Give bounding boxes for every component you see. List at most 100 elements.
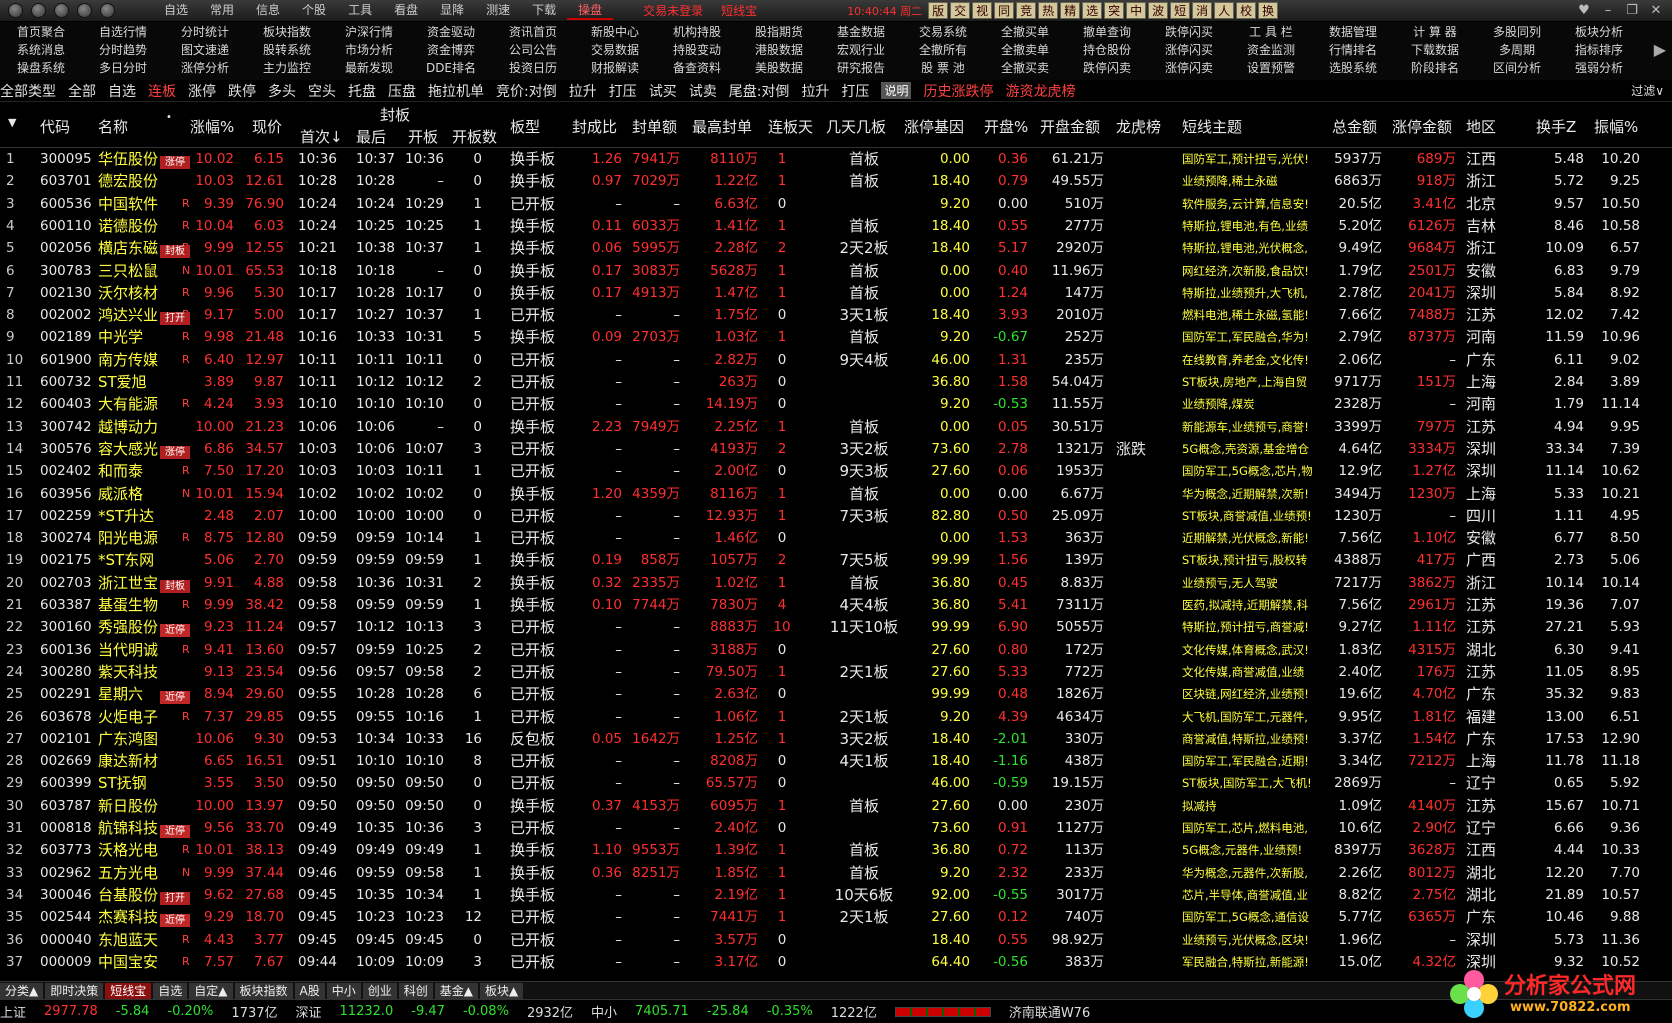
table-row[interactable]: 24 300280 紫天科技 9.13 23.54 09:56 09:57 09:58 2 已开板… xyxy=(0,661,1672,683)
cell-code[interactable]: 002175 xyxy=(40,549,98,571)
col-type[interactable]: 板型 xyxy=(510,116,540,137)
table-row[interactable]: 32 603773 沃格光电 R 10.01 38.13 09:49 09:49 09:49 1 换… xyxy=(0,839,1672,861)
quick-button[interactable]: 换 xyxy=(1258,2,1279,19)
cell-code[interactable]: 000818 xyxy=(40,817,98,839)
cell-code[interactable]: 300095 xyxy=(40,148,98,170)
connection-status[interactable]: 济南联通W76 xyxy=(1009,1002,1090,1021)
cell-code[interactable]: 300280 xyxy=(40,661,98,683)
col-open-count[interactable]: 开板数 xyxy=(452,126,497,147)
table-row[interactable]: 1 300095 华伍股份 10.02 6.15 10:36 10:37 10:36 0 换手板 1… xyxy=(0,148,1672,170)
tab-item[interactable]: 试买 xyxy=(649,81,677,101)
grid-link[interactable]: 股 票 池 xyxy=(902,59,984,76)
sort-arrow-icon[interactable]: ▼ xyxy=(8,116,16,129)
cell-code[interactable]: 002291 xyxy=(40,683,98,705)
table-row[interactable]: 3 600536 中国软件 R 9.39 76.90 10:24 10:24 10:29 1 已开板… xyxy=(0,193,1672,215)
grid-link[interactable]: 首页聚合 xyxy=(0,23,82,40)
cell-code[interactable]: 603387 xyxy=(40,594,98,616)
grid-link[interactable]: 阶段排名 xyxy=(1394,59,1476,76)
table-row[interactable]: 7 002130 沃尔核材 R 9.96 5.30 10:17 10:28 10:17 0 换手板 0… xyxy=(0,282,1672,304)
cell-code[interactable]: 002259 xyxy=(40,505,98,527)
back-icon[interactable] xyxy=(31,3,46,18)
menu-item[interactable]: 自选 xyxy=(153,1,199,20)
sh-label[interactable]: 上证 xyxy=(0,1002,26,1021)
grid-link[interactable]: 分时趋势 xyxy=(82,41,164,58)
tab-item[interactable]: 自选 xyxy=(108,81,136,101)
cell-name[interactable]: 广东鸿图 xyxy=(98,728,190,750)
grid-link[interactable]: 涨停分析 xyxy=(164,59,246,76)
bottom-tab[interactable]: 自选 xyxy=(153,982,188,999)
menu-item[interactable]: 工具 xyxy=(337,1,383,20)
cell-code[interactable]: 603701 xyxy=(40,170,98,192)
menu-item[interactable]: 个股 xyxy=(291,1,337,20)
grid-link[interactable]: 交易数据 xyxy=(574,41,656,58)
quick-button[interactable]: 精 xyxy=(1060,2,1081,19)
table-row[interactable]: 25 002291 星期六 8.94 29.60 09:55 10:28 10:28 6 已开板 –… xyxy=(0,683,1672,705)
grid-link[interactable]: 自选行情 xyxy=(82,23,164,40)
grid-link[interactable]: 下载数据 xyxy=(1394,41,1476,58)
grid-link[interactable]: 区间分析 xyxy=(1476,59,1558,76)
tab-item[interactable]: 打压 xyxy=(609,81,637,101)
quick-button[interactable]: 同 xyxy=(994,2,1015,19)
quick-button[interactable]: 选 xyxy=(1082,2,1103,19)
cell-code[interactable]: 600732 xyxy=(40,371,98,393)
grid-link[interactable]: 多日分时 xyxy=(82,59,164,76)
table-row[interactable]: 15 002402 和而泰 R 7.50 17.20 10:03 10:03 10:11 1 已开板… xyxy=(0,460,1672,482)
menu-item[interactable]: 看盘 xyxy=(383,1,429,20)
menu-item[interactable]: 下载 xyxy=(521,1,567,20)
home-icon[interactable] xyxy=(100,3,115,18)
cell-code[interactable]: 002189 xyxy=(40,326,98,348)
sz-label[interactable]: 深证 xyxy=(296,1002,322,1021)
cell-code[interactable]: 002056 xyxy=(40,237,98,259)
table-row[interactable]: 33 002962 五方光电 N 9.99 37.44 09:46 09:59 09:58 1 换手… xyxy=(0,862,1672,884)
grid-link[interactable]: 资讯首页 xyxy=(492,23,574,40)
skin-icon[interactable]: ♥ xyxy=(1572,3,1596,18)
tab-item[interactable]: 试卖 xyxy=(689,81,717,101)
quick-button[interactable]: 短 xyxy=(1170,2,1191,19)
cell-code[interactable]: 600110 xyxy=(40,215,98,237)
grid-link[interactable]: 持仓股份 xyxy=(1066,41,1148,58)
cell-code[interactable]: 000040 xyxy=(40,929,98,951)
col-days[interactable]: 连板天 xyxy=(768,116,813,137)
col-open-pct[interactable]: 开盘% xyxy=(984,116,1028,137)
grid-link[interactable]: 最新发现 xyxy=(328,59,410,76)
cell-name[interactable]: 诺德股份 xyxy=(98,215,190,237)
tab-item[interactable]: 拉升 xyxy=(569,81,597,101)
bottom-tab[interactable]: 短线宝 xyxy=(105,982,152,999)
tab-item[interactable]: 全部 xyxy=(68,81,96,101)
table-row[interactable]: 26 603678 火炬电子 R 7.37 29.85 09:55 09:55 10:16 1 已开… xyxy=(0,706,1672,728)
table-row[interactable]: 19 002175 *ST东网 5.06 2.70 09:59 09:59 09:59 1 换手板… xyxy=(0,549,1672,571)
grid-link[interactable]: 涨停闪卖 xyxy=(1148,59,1230,76)
col-board-days[interactable]: 几天几板 xyxy=(826,116,886,137)
grid-link[interactable]: 跌停闪卖 xyxy=(1066,59,1148,76)
refresh-icon[interactable] xyxy=(77,3,92,18)
grid-link[interactable]: 美股数据 xyxy=(738,59,820,76)
grid-link[interactable]: 全撤买单 xyxy=(984,23,1066,40)
cell-name[interactable]: 大有能源 xyxy=(98,393,190,415)
table-row[interactable]: 37 000009 中国宝安 R 7.57 7.67 09:44 10:09 10:09 3 已开板… xyxy=(0,951,1672,973)
col-pct[interactable]: 涨幅% xyxy=(190,116,234,137)
grid-link[interactable]: 资金驱动 xyxy=(410,23,492,40)
table-row[interactable]: 36 000040 东旭蓝天 R 4.43 3.77 09:45 09:45 09:45 0 已开板… xyxy=(0,929,1672,951)
col-turnover[interactable]: 换手Z xyxy=(1536,116,1576,137)
cell-code[interactable]: 600399 xyxy=(40,772,98,794)
scroll-right-icon[interactable]: ▶ xyxy=(1654,40,1666,59)
tab-item[interactable]: 拖拉机单 xyxy=(428,81,484,101)
col-seal-amt[interactable]: 封单额 xyxy=(632,116,677,137)
cell-name[interactable]: 康达新材 xyxy=(98,750,190,772)
grid-link[interactable]: 宏观行业 xyxy=(820,41,902,58)
cell-code[interactable]: 002002 xyxy=(40,304,98,326)
cell-code[interactable]: 002544 xyxy=(40,906,98,928)
cell-name[interactable]: *ST东网 xyxy=(98,549,190,571)
bottom-tab[interactable]: 板块▲ xyxy=(480,982,524,999)
cell-name[interactable]: 五方光电 xyxy=(98,862,190,884)
table-row[interactable]: 2 603701 德宏股份 10.03 12.61 10:28 10:28 – 0 换手板 0.97… xyxy=(0,170,1672,192)
tab-item[interactable]: 托盘 xyxy=(348,81,376,101)
grid-link[interactable]: 财报解读 xyxy=(574,59,656,76)
quick-button[interactable]: 版 xyxy=(928,2,949,19)
col-area[interactable]: 地区 xyxy=(1466,116,1496,137)
quick-button[interactable]: 中 xyxy=(1126,2,1147,19)
bottom-tab[interactable]: 基金▲ xyxy=(434,982,479,999)
cell-code[interactable]: 600536 xyxy=(40,193,98,215)
table-row[interactable]: 20 002703 浙江世宝 9.91 4.88 09:58 10:36 10:31 2 换手板 0… xyxy=(0,572,1672,594)
tab-item[interactable]: 打压 xyxy=(841,81,869,101)
